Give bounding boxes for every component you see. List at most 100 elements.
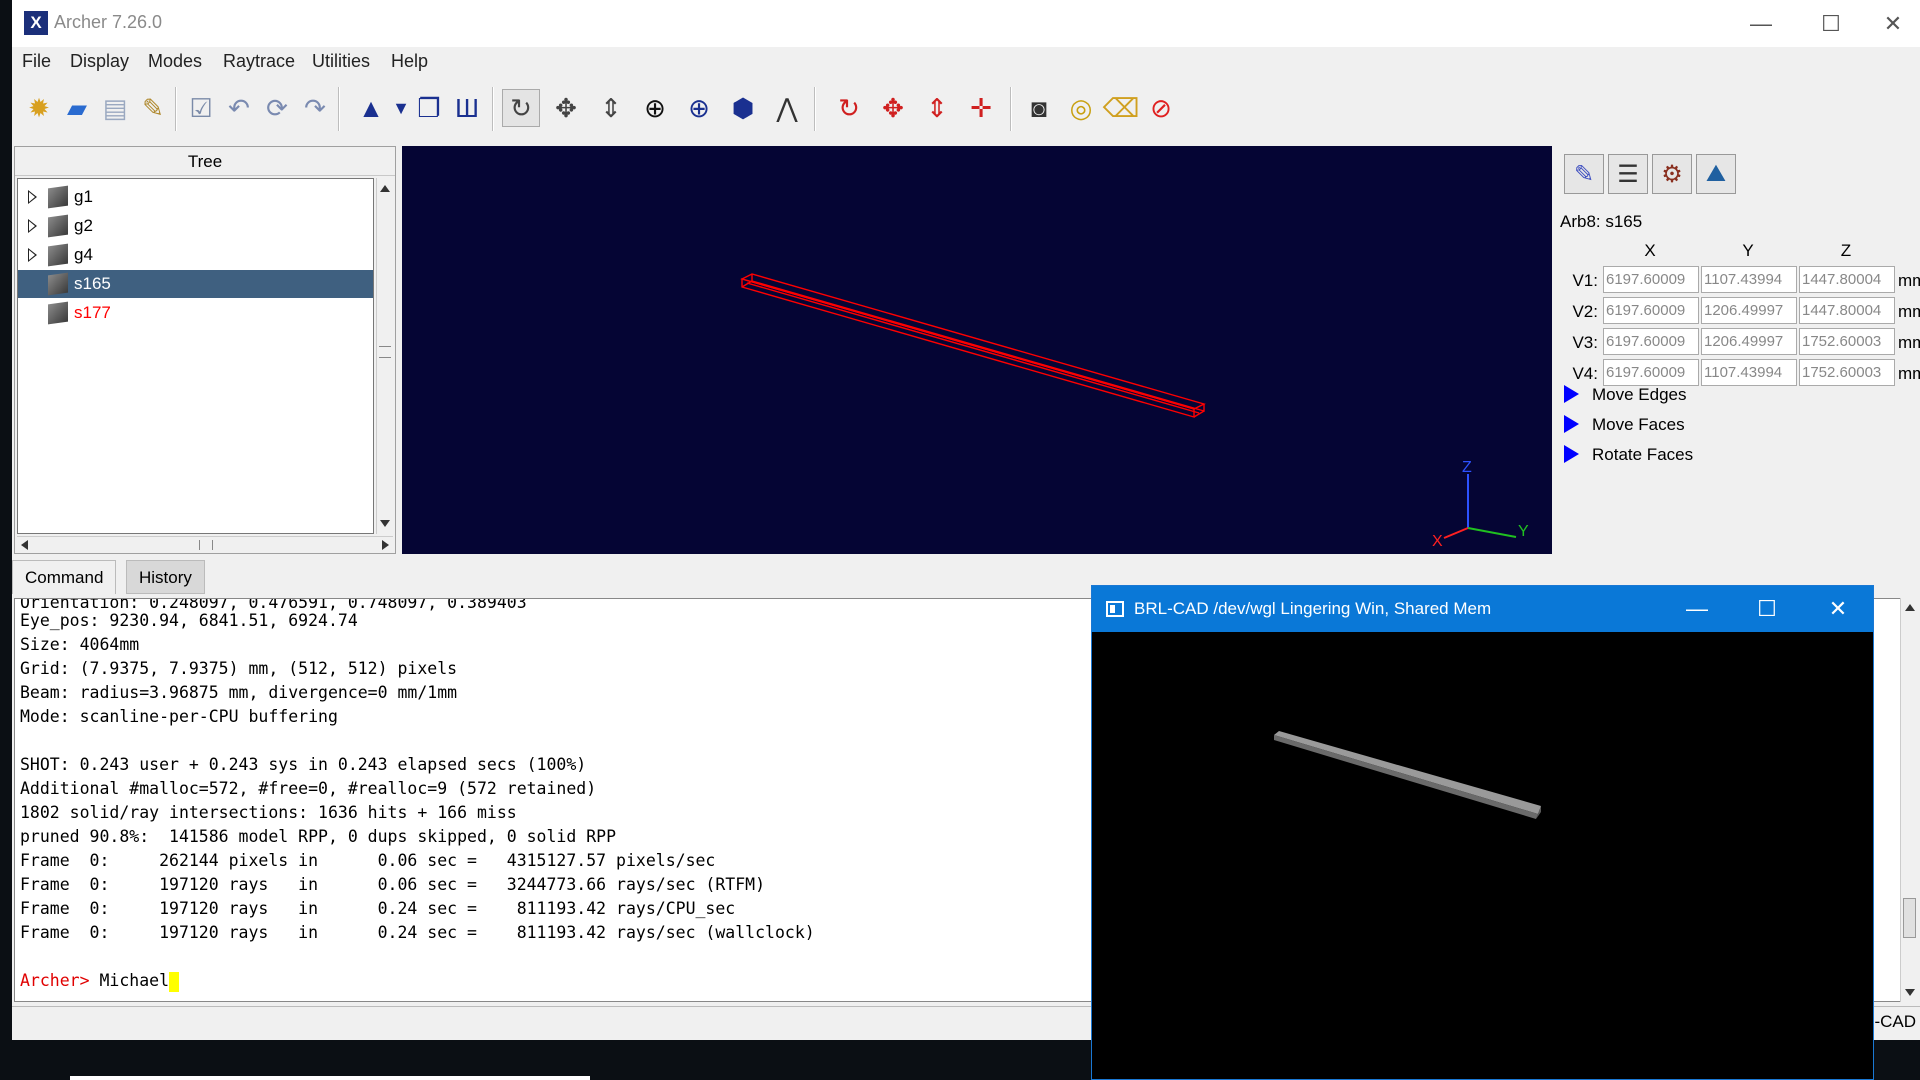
expand-arrow-icon[interactable] — [28, 219, 37, 233]
v1-x-field[interactable] — [1603, 266, 1699, 293]
translate-view-icon[interactable]: ✥ — [547, 89, 585, 127]
component-select-icon[interactable]: ⊕ — [680, 89, 718, 127]
scroll-down-icon[interactable] — [380, 520, 390, 527]
op-move-edges[interactable]: Move Edges — [1560, 382, 1860, 408]
menu-help[interactable]: Help — [391, 51, 428, 72]
expand-arrow-icon[interactable] — [28, 248, 37, 262]
clear-icon[interactable]: ⌫ — [1102, 89, 1140, 127]
tree-item-s165[interactable]: s165 — [18, 270, 373, 298]
tree-item-g2[interactable]: g2 — [18, 212, 373, 240]
wrench-icon[interactable]: ✎ — [134, 89, 172, 127]
redo-icon[interactable]: ⟳ — [258, 89, 296, 127]
scroll-up-icon[interactable] — [380, 185, 390, 192]
maximize-button[interactable]: ☐ — [1796, 0, 1866, 47]
tab-command[interactable]: Command — [12, 560, 117, 594]
menu-raytrace[interactable]: Raytrace — [223, 51, 295, 72]
measure-cube-icon[interactable]: ⬢ — [724, 89, 762, 127]
toolbar-separator — [175, 87, 177, 131]
tree-item-g1[interactable]: g1 — [18, 183, 373, 211]
edit-object-icon[interactable]: ✎ — [1564, 154, 1604, 194]
columns-icon[interactable]: Ш — [448, 89, 486, 127]
command-prompt: Archer> — [20, 971, 100, 990]
scale-obj-icon[interactable]: ⇕ — [918, 89, 956, 127]
landscape-icon[interactable]: ⛰ — [1696, 154, 1736, 194]
framebuffer-title-bar[interactable]: BRL-CAD /dev/wgl Lingering Win, Shared M… — [1092, 586, 1873, 632]
scroll-down-icon[interactable] — [1905, 989, 1915, 996]
tab-history[interactable]: History — [126, 560, 205, 594]
expand-arrow-icon[interactable] — [1564, 415, 1579, 433]
tree-item-s177[interactable]: s177 — [18, 299, 373, 327]
scroll-left-icon[interactable] — [21, 540, 28, 550]
expand-arrow-icon[interactable] — [1564, 445, 1579, 463]
raytrace-icon[interactable]: ◎ — [1062, 89, 1100, 127]
v2-y-field[interactable] — [1701, 297, 1797, 324]
vertex-label: V2: — [1572, 302, 1598, 321]
v2-x-field[interactable] — [1603, 297, 1699, 324]
scale-view-icon[interactable]: ⇕ — [592, 89, 630, 127]
tree-item-g4[interactable]: g4 — [18, 241, 373, 269]
y-axis-label: Y — [1518, 523, 1529, 540]
center-view-icon[interactable]: ⊕ — [636, 89, 674, 127]
camera-icon[interactable]: ◙ — [1020, 89, 1058, 127]
no-entry-icon[interactable]: ⊘ — [1142, 89, 1180, 127]
object-title: Arb8: s165 — [1560, 212, 1643, 231]
archer-app-icon: X — [24, 11, 48, 35]
tree-list[interactable]: g1 g2 g4 s165 s177 — [17, 178, 374, 534]
console-line: Mode: scanline-per-CPU buffering — [20, 707, 338, 726]
redo-all-icon[interactable]: ↷ — [296, 89, 334, 127]
graphics-viewport[interactable]: Z X Y — [402, 146, 1552, 554]
v3-x-field[interactable] — [1603, 328, 1699, 355]
translate-obj-icon[interactable]: ✥ — [874, 89, 912, 127]
v2-z-field[interactable] — [1799, 297, 1895, 324]
v3-z-field[interactable] — [1799, 328, 1895, 355]
maximize-button[interactable]: ☐ — [1732, 586, 1802, 632]
gears-icon[interactable]: ⚙ — [1652, 154, 1692, 194]
rotate-view-icon[interactable]: ↻ — [502, 89, 540, 127]
tree-vertical-scrollbar[interactable] — [376, 178, 393, 534]
new-db-icon[interactable]: ✹ — [20, 89, 58, 127]
scroll-up-icon[interactable] — [1905, 604, 1915, 611]
center-obj-icon[interactable]: ✛ — [962, 89, 1000, 127]
op-move-faces[interactable]: Move Faces — [1560, 412, 1860, 438]
tree-header: Tree — [15, 147, 395, 176]
undo-icon[interactable]: ↶ — [220, 89, 258, 127]
tree-item-label: s177 — [74, 303, 111, 322]
console-line: pruned 90.8%: 141586 model RPP, 0 dups s… — [20, 827, 617, 846]
edit-icon[interactable]: ☑ — [182, 89, 220, 127]
command-prompt-line[interactable]: Archer> Michael — [20, 971, 180, 992]
taskbar-edge — [70, 1076, 590, 1080]
menu-display[interactable]: Display — [70, 51, 129, 72]
close-button[interactable]: ✕ — [1866, 0, 1920, 47]
console-line: SHOT: 0.243 user + 0.243 sys in 0.243 el… — [20, 755, 587, 774]
open-icon[interactable]: ▰ — [58, 89, 96, 127]
save-icon[interactable]: ▤ — [96, 89, 134, 127]
expand-arrow-icon[interactable] — [1564, 385, 1579, 403]
minimize-button[interactable]: — — [1726, 0, 1796, 47]
tree-horizontal-scrollbar[interactable] — [17, 536, 393, 553]
scroll-grip-icon[interactable] — [199, 540, 213, 550]
vertex-label: V4: — [1572, 364, 1598, 383]
scroll-thumb[interactable] — [1903, 898, 1916, 938]
text-panel-icon[interactable]: ☰ — [1608, 154, 1648, 194]
scroll-grip-icon[interactable] — [379, 346, 391, 358]
menu-modes[interactable]: Modes — [148, 51, 202, 72]
op-rotate-faces[interactable]: Rotate Faces — [1560, 442, 1860, 468]
v3-y-field[interactable] — [1701, 328, 1797, 355]
compass-icon[interactable]: ⋀ — [768, 89, 806, 127]
scroll-right-icon[interactable] — [382, 540, 389, 550]
layers-icon[interactable]: ❐ — [410, 89, 448, 127]
v1-y-field[interactable] — [1701, 266, 1797, 293]
menu-file[interactable]: File — [22, 51, 51, 72]
close-button[interactable]: ✕ — [1803, 586, 1873, 632]
framebuffer-window-title: BRL-CAD /dev/wgl Lingering Win, Shared M… — [1134, 599, 1492, 618]
rotate-obj-icon[interactable]: ↻ — [830, 89, 868, 127]
console-line: Frame 0: 197120 rays in 0.06 sec = 32447… — [20, 875, 766, 894]
expand-arrow-icon[interactable] — [28, 190, 37, 204]
minimize-button[interactable]: — — [1662, 586, 1732, 632]
menu-utilities[interactable]: Utilities — [312, 51, 370, 72]
x-axis-label: X — [1432, 533, 1443, 550]
toolbar: ✹ ▰ ▤ ✎ ☑ ↶ ⟳ ↷ ▲ ▼ ❐ Ш ↻ ✥ ⇕ ⊕ ⊕ ⬢ ⋀ ↻ … — [12, 81, 1920, 139]
command-input[interactable]: Michael — [99, 971, 169, 990]
console-scrollbar[interactable] — [1900, 598, 1918, 1002]
v1-z-field[interactable] — [1799, 266, 1895, 293]
